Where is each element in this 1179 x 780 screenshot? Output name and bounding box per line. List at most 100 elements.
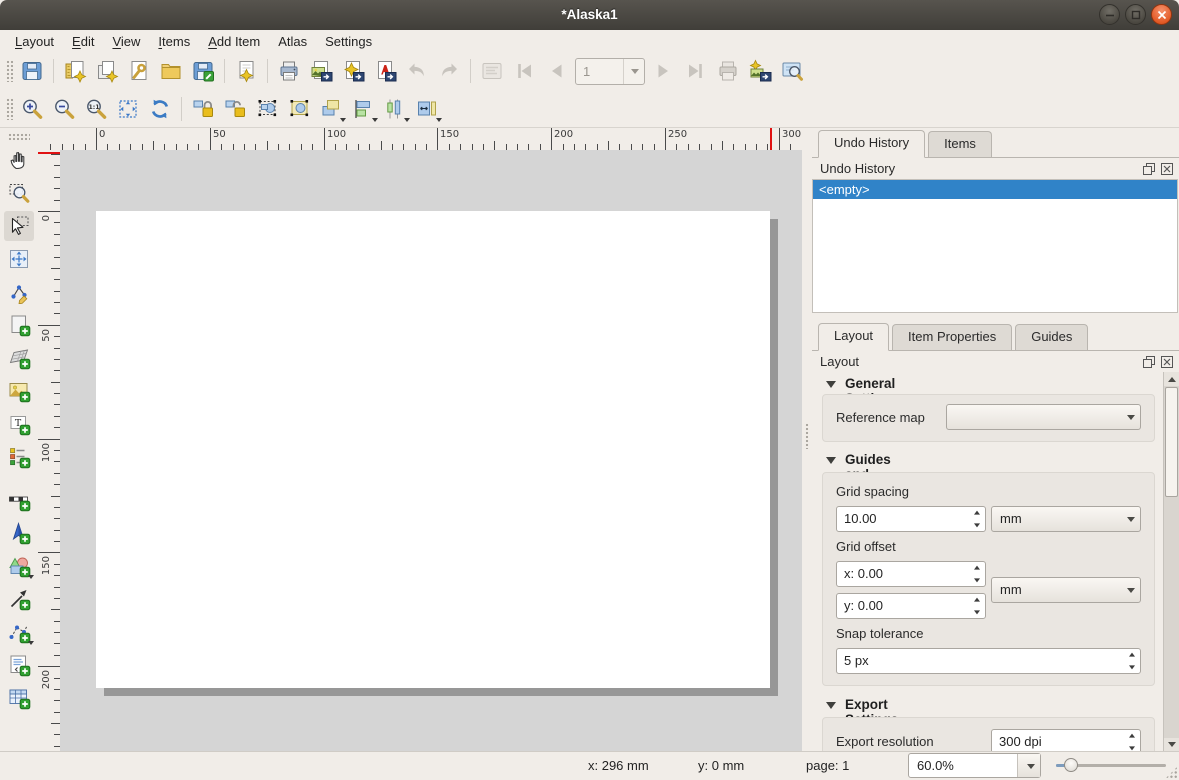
toolbar-handle[interactable] xyxy=(8,133,30,140)
align-selected-items-button[interactable] xyxy=(348,94,378,124)
export-atlas-button[interactable] xyxy=(745,56,775,86)
close-panel-button[interactable] xyxy=(1161,356,1173,368)
add-legend-button[interactable] xyxy=(4,442,34,472)
layout-manager-button[interactable] xyxy=(124,56,154,86)
export-as-image-button[interactable] xyxy=(306,56,336,86)
export-as-svg-button[interactable] xyxy=(338,56,368,86)
float-panel-button[interactable] xyxy=(1143,356,1155,368)
open-folder-icon xyxy=(159,59,183,83)
dock-tab-undo-history[interactable]: Undo History xyxy=(818,130,925,158)
grid-offset-x-input[interactable]: x: 0.00 xyxy=(836,561,986,587)
add-arrow-button[interactable] xyxy=(4,584,34,614)
save-project-button[interactable] xyxy=(17,56,47,86)
grid-spacing-unit-combo[interactable]: mm xyxy=(991,506,1141,532)
layout-canvas[interactable] xyxy=(60,150,802,752)
save-as-template-button[interactable] xyxy=(188,56,218,86)
unlock-all-items-button[interactable] xyxy=(220,94,250,124)
resize-selected-items-button[interactable] xyxy=(412,94,442,124)
select-move-item-button[interactable] xyxy=(4,211,34,241)
dock-vertical-splitter[interactable] xyxy=(802,128,812,752)
spin-up-button[interactable] xyxy=(1123,730,1140,742)
raise-selected-items-button[interactable] xyxy=(316,94,346,124)
add-scalebar-button[interactable] xyxy=(4,485,34,515)
refresh-view-button[interactable] xyxy=(145,94,175,124)
duplicate-layout-button[interactable] xyxy=(92,56,122,86)
open-layout-button[interactable] xyxy=(156,56,186,86)
atlas-settings-button[interactable] xyxy=(777,56,807,86)
menu-settings[interactable]: Settings xyxy=(316,31,381,52)
add-north-arrow-button[interactable] xyxy=(4,518,34,548)
undo-history-item[interactable]: <empty> xyxy=(813,180,1177,199)
add-map-button[interactable] xyxy=(4,343,34,373)
add-attribute-table-button[interactable] xyxy=(4,683,34,713)
spin-down-button[interactable] xyxy=(968,519,985,531)
zoom-level-combo[interactable]: 60.0% xyxy=(908,753,1041,778)
ruler-tick xyxy=(437,128,438,150)
dock-tab-layout[interactable]: Layout xyxy=(818,323,889,351)
zoom-slider-handle[interactable] xyxy=(1064,758,1078,772)
add-label-button[interactable]: T xyxy=(4,409,34,439)
new-layout-button[interactable] xyxy=(60,56,90,86)
menu-items[interactable]: Items xyxy=(149,31,199,52)
select-all-items-button[interactable] xyxy=(252,94,282,124)
export-as-pdf-button[interactable] xyxy=(370,56,400,86)
scroll-up-button[interactable] xyxy=(1164,372,1179,386)
zoom-actual-size-button[interactable]: 1:1 xyxy=(81,94,111,124)
menu-edit[interactable]: Edit xyxy=(63,31,103,52)
chevron-down-icon xyxy=(1127,517,1135,522)
menu-add-item[interactable]: Add Item xyxy=(199,31,269,52)
raise-items-icon xyxy=(319,97,343,121)
grid-offset-y-input[interactable]: y: 0.00 xyxy=(836,593,986,619)
grid-spacing-input[interactable]: 10.00 xyxy=(836,506,986,532)
spin-down-button[interactable] xyxy=(1123,661,1140,673)
grid-offset-unit-combo[interactable]: mm xyxy=(991,577,1141,603)
spin-up-button[interactable] xyxy=(968,507,985,519)
add-node-item-button[interactable] xyxy=(4,617,34,647)
move-item-content-button[interactable] xyxy=(4,244,34,274)
spin-up-button[interactable] xyxy=(1123,649,1140,661)
vertical-ruler[interactable]: 050100150200 xyxy=(38,150,60,752)
dock-tab-guides[interactable]: Guides xyxy=(1015,324,1088,350)
float-panel-button[interactable] xyxy=(1143,163,1155,175)
maximize-button[interactable] xyxy=(1125,4,1146,25)
scroll-down-button[interactable] xyxy=(1164,738,1179,752)
dock-tab-items[interactable]: Items xyxy=(928,131,992,157)
spin-down-button[interactable] xyxy=(968,606,985,618)
close-button[interactable] xyxy=(1151,4,1172,25)
zoom-out-button[interactable] xyxy=(49,94,79,124)
zoom-in-button[interactable] xyxy=(17,94,47,124)
spin-up-button[interactable] xyxy=(968,594,985,606)
distribute-selected-items-button[interactable] xyxy=(380,94,410,124)
titlebar[interactable]: *Alaska1 xyxy=(0,0,1179,31)
add-picture-button[interactable] xyxy=(4,376,34,406)
menu-atlas[interactable]: Atlas xyxy=(269,31,316,52)
atlas-page-combo[interactable]: 1 xyxy=(575,58,645,85)
export-resolution-input[interactable]: 300 dpi xyxy=(991,729,1141,752)
dock-tab-item-properties[interactable]: Item Properties xyxy=(892,324,1012,350)
add-page-button[interactable] xyxy=(4,310,34,340)
scrollbar-thumb[interactable] xyxy=(1165,387,1178,497)
add-shape-button[interactable] xyxy=(4,551,34,581)
lock-selected-items-button[interactable] xyxy=(188,94,218,124)
menu-layout[interactable]: Layout xyxy=(6,31,63,52)
spin-down-button[interactable] xyxy=(968,574,985,586)
add-items-from-template-button[interactable] xyxy=(231,56,261,86)
reference-map-combo[interactable] xyxy=(946,404,1141,430)
toolbar-handle[interactable] xyxy=(6,60,13,82)
menu-view[interactable]: View xyxy=(103,31,149,52)
zoom-full-extent-button[interactable] xyxy=(113,94,143,124)
deselect-all-items-button[interactable] xyxy=(284,94,314,124)
toolbar-handle[interactable] xyxy=(6,98,13,120)
zoom-tool-button[interactable] xyxy=(4,178,34,208)
refresh-icon xyxy=(148,97,172,121)
edit-nodes-item-button[interactable] xyxy=(4,277,34,307)
horizontal-ruler[interactable]: 050100150200250300 xyxy=(38,128,812,150)
add-html-frame-button[interactable] xyxy=(4,650,34,680)
close-panel-button[interactable] xyxy=(1161,163,1173,175)
pan-layout-button[interactable] xyxy=(4,145,34,175)
print-layout-button[interactable] xyxy=(274,56,304,86)
minimize-button[interactable] xyxy=(1099,4,1120,25)
zoom-slider[interactable] xyxy=(1052,752,1170,779)
spin-up-button[interactable] xyxy=(968,562,985,574)
snap-tolerance-input[interactable]: 5 px xyxy=(836,648,1141,674)
